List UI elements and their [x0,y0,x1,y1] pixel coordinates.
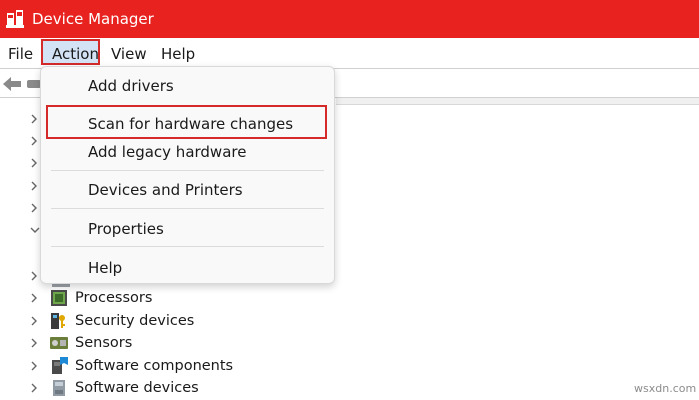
toolbar-divider [336,98,699,105]
chevron-right-icon[interactable] [30,157,38,169]
menu-item-add-drivers[interactable]: Add drivers [88,76,174,96]
device-manager-icon [6,10,24,28]
forward-icon[interactable] [27,80,41,88]
menu-action-label: Action [52,45,99,63]
menu-action[interactable]: Action [41,39,100,65]
menu-item-properties[interactable]: Properties [88,219,164,239]
chevron-right-icon[interactable] [30,381,38,395]
menu-separator [51,246,324,247]
menu-item-scan-for-hardware-changes[interactable]: Scan for hardware changes [88,114,293,134]
chevron-right-icon[interactable] [30,135,38,147]
menu-separator [51,170,324,171]
chevron-right-icon[interactable] [30,336,38,350]
menu-view[interactable]: View [111,44,147,64]
chevron-right-icon[interactable] [30,314,38,328]
chevron-right-icon[interactable] [30,202,38,214]
tree-row-label: Sensors [75,335,133,351]
software-device-icon [53,380,65,396]
menu-separator [51,208,324,209]
chevron-right-icon[interactable] [30,113,38,125]
processor-icon [51,290,67,306]
tree-row-label: Software components [75,358,234,374]
menu-file[interactable]: File [8,44,33,64]
menu-item-devices-and-printers[interactable]: Devices and Printers [88,180,243,200]
software-component-icon [52,357,68,374]
sensor-icon [50,337,68,349]
back-arrow-icon[interactable] [2,75,22,93]
window-title: Device Manager [32,10,154,28]
menu-bar: File Action View Help [0,38,699,68]
security-key-icon [51,313,65,329]
tree-row-label: Security devices [75,313,195,329]
watermark: wsxdn.com [634,382,697,395]
tree-row-label: Processors [75,290,153,306]
tree-row-label: Software devices [75,380,199,396]
menu-item-add-legacy-hardware[interactable]: Add legacy hardware [88,142,246,162]
chevron-right-icon[interactable] [30,359,38,373]
device-icon [52,284,70,287]
chevron-right-icon[interactable] [30,291,38,305]
action-dropdown-menu: Add drivers Scan for hardware changes Ad… [40,66,335,284]
chevron-right-icon[interactable] [30,180,38,192]
chevron-right-icon[interactable] [30,270,38,282]
menu-help[interactable]: Help [161,44,195,64]
menu-item-help[interactable]: Help [88,258,122,278]
title-bar: Device Manager [0,0,699,38]
